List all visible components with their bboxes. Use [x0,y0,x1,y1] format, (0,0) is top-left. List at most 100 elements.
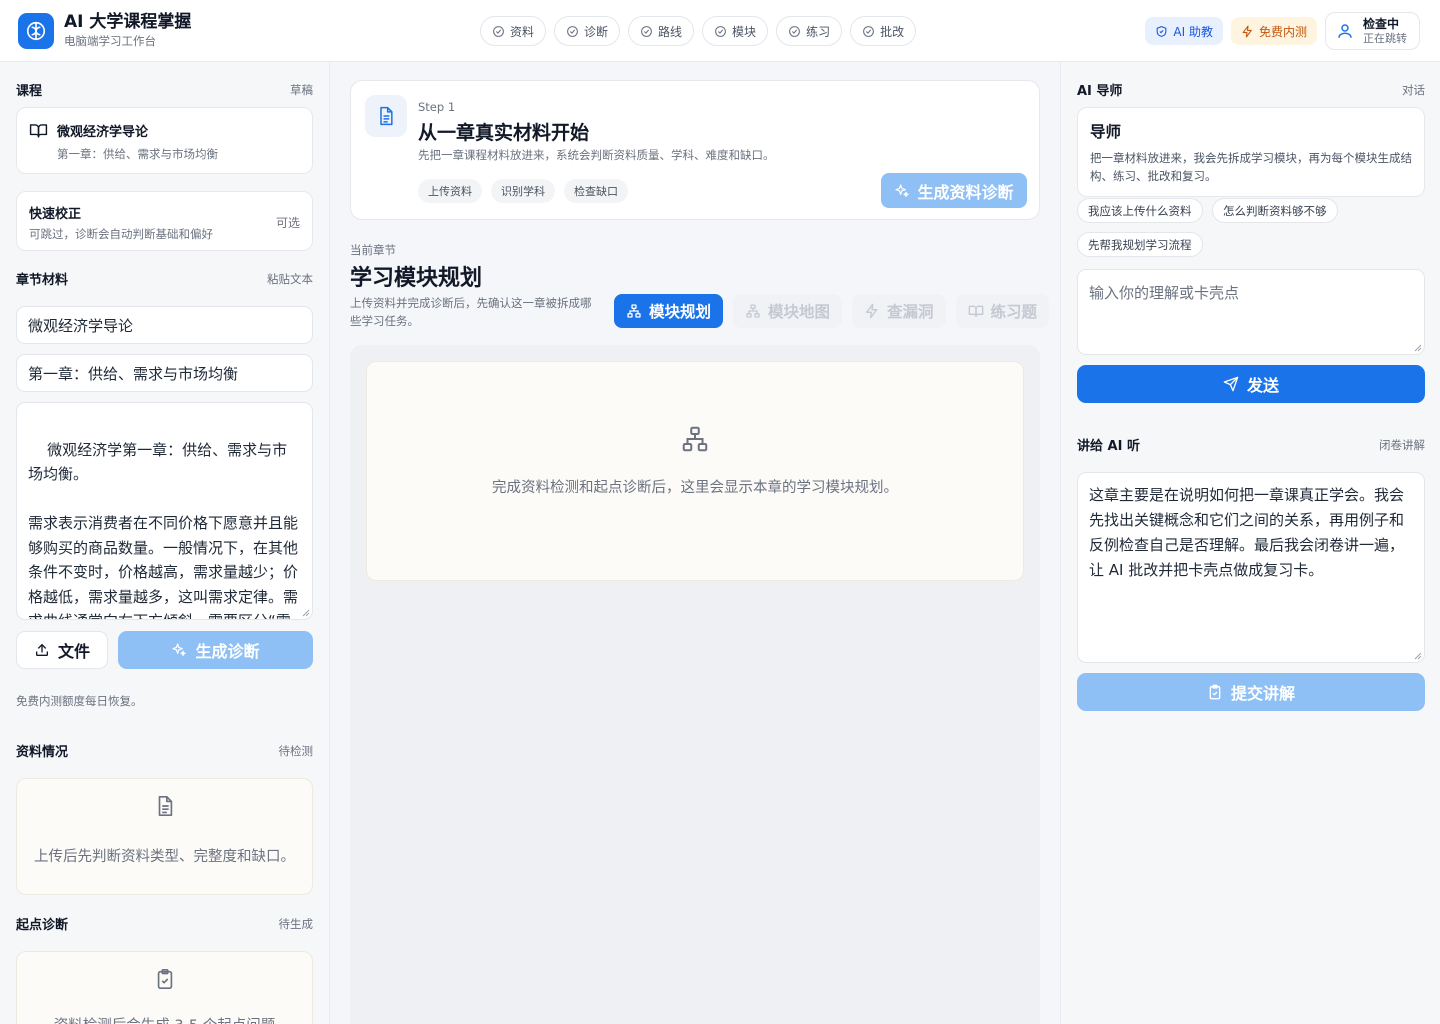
current-chapter-label: 当前章节 [350,243,396,257]
top-right-area: AI 助教 免费内测 检查中 正在跳转 [1145,12,1420,50]
step-pill-practice[interactable]: 练习 [776,16,843,46]
upload-file-label: 文件 [57,642,90,661]
step-pill-label: 资料 [510,24,535,39]
suggestion-chip[interactable]: 先帮我规划学习流程 [1077,232,1203,257]
ai-assistant-label: AI 助教 [1173,24,1213,39]
tutor-question-input[interactable]: 输入你的理解或卡壳点 [1077,269,1425,355]
section-meta: 草稿 [290,82,313,97]
step-pill-grading[interactable]: 批改 [850,16,917,46]
generate-material-diagnosis-label: 生成资料诊断 [917,182,1014,202]
step-pill-diagnosis[interactable]: 诊断 [554,16,621,46]
tab-label: 模块规划 [649,303,712,321]
status-section-header: 资料情况 待检测 [16,741,314,761]
course-section-header: 课程 草稿 [16,80,313,100]
resize-grip-icon[interactable] [302,609,310,617]
module-tabs: 模块规划 模块地图 查漏洞 练习题 [614,294,1050,328]
tab-module-map[interactable]: 模块地图 [733,294,843,328]
check-circle-icon [862,25,875,38]
sitemap-icon [680,424,710,454]
resize-grip-icon[interactable] [1414,344,1422,352]
step-chips: 上传资料 识别学科 检查缺口 [418,179,628,203]
tutor-message: 把一章材料放进来，我会先拆成学习模块，再为每个模块生成结构、练习、批改和复习。 [1090,151,1412,183]
main-content: Step 1 从一章真实材料开始 先把一章课程材料放进来，系统会判断资料质量、学… [330,62,1060,1024]
clipboard-check-icon [154,968,176,990]
shield-check-icon [1155,25,1168,38]
left-sidebar: 课程 草稿 微观经济学导论 第一章：供给、需求与市场均衡 快速校正 可跳过，诊断… [0,62,330,1024]
tutor-message-card: 导师 把一章材料放进来，我会先拆成学习模块，再为每个模块生成结构、练习、批改和复… [1077,107,1425,197]
diagnosis-empty-text: 资料检测后会生成 3-5 个起点问题 [17,1014,312,1024]
free-trial-label: 免费内测 [1258,24,1307,39]
resize-grip-icon[interactable] [1414,652,1422,660]
submit-explanation-button[interactable]: 提交讲解 [1077,673,1425,711]
current-chapter-title: 学习模块规划 [350,266,483,291]
tutor-name: 导师 [1090,123,1122,141]
step-pill-label: 路线 [658,24,683,39]
diagnosis-section-header: 起点诊断 待生成 [16,914,314,934]
step-pill-materials[interactable]: 资料 [480,16,547,46]
tab-find-gaps[interactable]: 查漏洞 [852,294,946,328]
empty-state-text: 完成资料检测和起点诊断后，这里会显示本章的学习模块规划。 [492,480,898,496]
top-bar: AI 大学课程掌握 电脑端学习工作台 资料 诊断 路线 模块 练习 批改 AI … [0,0,1440,62]
course-name-field[interactable]: 微观经济学导论 [16,306,313,344]
send-label: 发送 [1246,376,1279,395]
check-circle-icon [788,25,801,38]
paste-text-link[interactable]: 粘贴文本 [267,271,313,287]
book-open-icon [968,303,984,319]
submit-explanation-label: 提交讲解 [1230,684,1295,703]
step-pill-route[interactable]: 路线 [628,16,695,46]
suggestion-chip[interactable]: 怎么判断资料够不够 [1212,198,1338,223]
tutor-section-header: AI 导师 对话 [1077,80,1425,100]
quick-calibration-card[interactable]: 快速校正 可跳过，诊断会自动判断基础和偏好 可选 [16,191,313,251]
file-text-icon [365,95,407,137]
tab-label: 模块地图 [768,303,831,321]
section-meta: 待生成 [278,916,314,931]
tab-label: 查漏洞 [887,303,934,321]
generate-diagnosis-button[interactable]: 生成诊断 [118,631,313,669]
right-sidebar: AI 导师 对话 导师 把一章材料放进来，我会先拆成学习模块，再为每个模块生成结… [1060,62,1440,1024]
course-card[interactable]: 微观经济学导论 第一章：供给、需求与市场均衡 [16,107,313,174]
chip-check-gaps: 检查缺口 [564,179,628,203]
tab-module-plan[interactable]: 模块规划 [614,294,724,328]
user-account[interactable]: 检查中 正在跳转 [1325,12,1420,50]
section-title: 资料情况 [16,745,69,760]
course-title: 微观经济学导论 [57,125,149,140]
module-plan-panel: 完成资料检测和起点诊断后，这里会显示本章的学习模块规划。 [350,345,1040,1024]
book-open-icon [29,121,48,140]
quick-title: 快速校正 [29,207,82,222]
step-title: 从一章真实材料开始 [418,122,590,144]
free-trial-badge: 免费内测 [1230,17,1317,45]
ai-assistant-badge[interactable]: AI 助教 [1145,17,1223,45]
suggestion-chip[interactable]: 我应该上传什么资料 [1077,198,1203,223]
material-text: 微观经济学第一章：供给、需求与市场均衡。 需求表示消费者在不同价格下愿意并且能够… [28,440,299,620]
material-textarea[interactable]: 微观经济学第一章：供给、需求与市场均衡。 需求表示消费者在不同价格下愿意并且能够… [16,402,313,620]
diagnosis-card: 资料检测后会生成 3-5 个起点问题 [16,951,313,1024]
quick-optional: 可选 [275,216,300,230]
tab-practice[interactable]: 练习题 [955,294,1050,328]
generate-material-diagnosis-button[interactable]: 生成资料诊断 [881,173,1027,208]
chip-upload: 上传资料 [418,179,482,203]
check-circle-icon [566,25,579,38]
chapter-name-field[interactable]: 第一章：供给、需求与市场均衡 [16,354,313,392]
section-title: 章节材料 [16,273,69,288]
quota-note: 免费内测额度每日恢复。 [16,694,143,708]
upload-file-button[interactable]: 文件 [16,631,108,669]
section-meta: 对话 [1402,82,1425,97]
explain-text: 这章主要是在说明如何把一章课真正学会。我会先找出关键概念和它们之间的关系，再用例… [1089,486,1405,579]
user-icon [1336,22,1354,40]
app-subtitle: 电脑端学习工作台 [64,34,156,48]
quick-desc: 可跳过，诊断会自动判断基础和偏好 [29,227,213,241]
material-status-card: 上传后先判断资料类型、完整度和缺口。 [16,778,313,895]
step-pill-modules[interactable]: 模块 [702,16,769,46]
upload-icon [34,642,50,658]
check-circle-icon [640,25,653,38]
section-meta: 待检测 [278,743,314,758]
section-meta: 闭卷讲解 [1379,437,1425,452]
lightning-icon [864,303,880,319]
user-status: 正在跳转 [1363,31,1407,45]
check-circle-icon [492,25,505,38]
section-title: AI 导师 [1077,84,1123,99]
section-title: 起点诊断 [16,918,69,933]
explain-textarea[interactable]: 这章主要是在说明如何把一章课真正学会。我会先找出关键概念和它们之间的关系，再用例… [1077,472,1425,663]
send-button[interactable]: 发送 [1077,365,1425,403]
section-title: 讲给 AI 听 [1077,439,1140,454]
